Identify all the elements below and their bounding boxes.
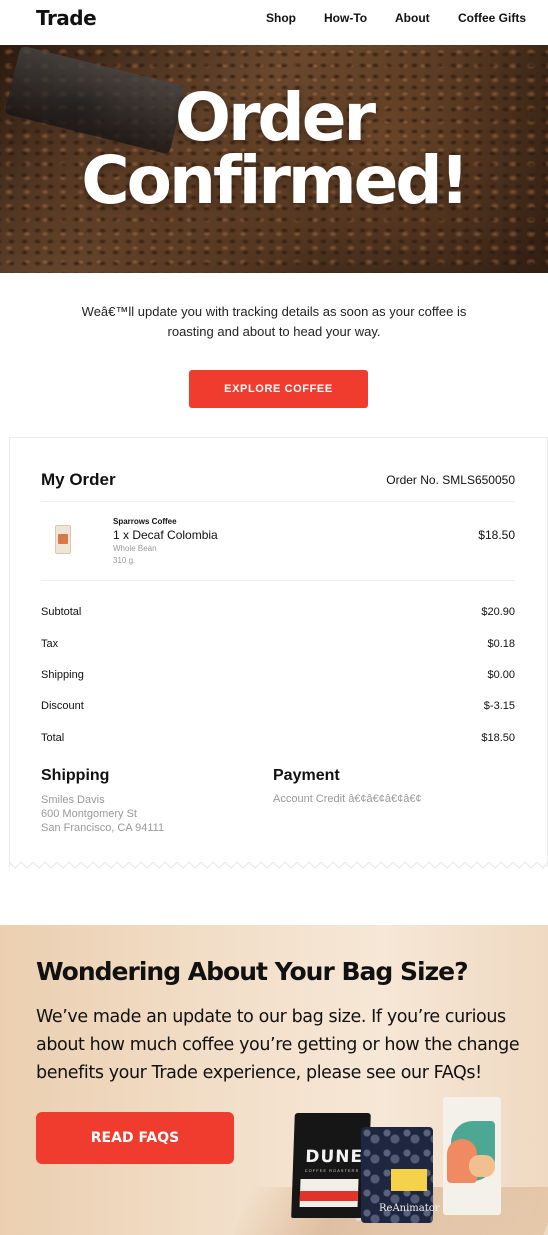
item-price: $18.50 [478,528,515,542]
reanimator-bag-logo: ReAnimator [379,1203,440,1214]
dune-bag-logo: DUNE [304,1147,364,1167]
nav-coffee-gifts[interactable]: Coffee Gifts [458,11,526,25]
my-order-heading: My Order [41,470,116,489]
payment-heading: Payment [273,767,340,784]
trade-logo[interactable]: Trade [36,6,97,30]
shipping-address: Smiles Davis 600 Montgomery St San Franc… [41,793,164,835]
city-state-zip: San Francisco, CA 94111 [41,822,165,834]
street-address: 600 Montgomery St [41,808,137,820]
item-weight: 310 g. [113,556,136,565]
product-thumbnail-label [58,534,68,544]
tax-label: Tax [41,638,59,650]
payment-method: Account Credit â€¢â€¢â€¢â€¢ [273,793,422,805]
shipping-heading: Shipping [41,767,110,784]
tax-value: $0.18 [487,638,515,650]
discount-value: $-3.15 [483,700,515,712]
shipping-cost-label: Shipping [41,669,84,681]
coffee-bag-dune: DUNE COFFEE ROASTERS [291,1113,371,1218]
divider [41,580,515,581]
card-zigzag-edge [9,862,548,869]
coffee-bag-sparrows [443,1097,501,1215]
subtotal-label: Subtotal [41,606,82,618]
shipping-cost-value: $0.00 [487,669,515,681]
tracking-message: Weâ€™ll update you with tracking details… [81,304,467,339]
dune-bag-stripe [299,1191,359,1201]
item-grind: Whole Bean [113,544,157,553]
hero-title-line2: Confirmed! [81,142,470,219]
recipient-name: Smiles Davis [41,794,105,806]
read-faqs-button[interactable]: READ FAQS [36,1112,234,1164]
explore-coffee-button[interactable]: EXPLORE COFFEE [189,370,368,408]
total-label: Total [41,732,65,744]
total-value: $18.50 [481,732,515,744]
divider [41,501,515,502]
bag-size-promo: Wondering About Your Bag Size? We’ve mad… [0,925,548,1235]
dune-bag-subtitle: COFFEE ROASTERS [304,1168,360,1173]
promo-text: We’ve made an update to our bag size. If… [36,1007,520,1083]
hero-banner: Order Confirmed! [0,45,548,273]
product-thumbnail[interactable] [55,525,71,554]
sparrows-bag-art [469,1155,495,1177]
reanimator-bag-tag [391,1169,427,1191]
promo-title: Wondering About Your Bag Size? [36,957,469,986]
nav-shop[interactable]: Shop [266,11,296,25]
discount-label: Discount [41,700,84,712]
nav-how-to[interactable]: How-To [324,11,367,25]
nav-about[interactable]: About [395,11,430,25]
item-brand: Sparrows Coffee [113,517,177,526]
coffee-bag-reanimator: ReAnimator [361,1127,440,1223]
item-name: 1 x Decaf Colombia [113,528,218,542]
order-number: Order No. SMLS650050 [386,473,515,487]
subtotal-value: $20.90 [481,606,515,618]
site-header: Trade Shop How-To About Coffee Gifts [0,0,548,45]
